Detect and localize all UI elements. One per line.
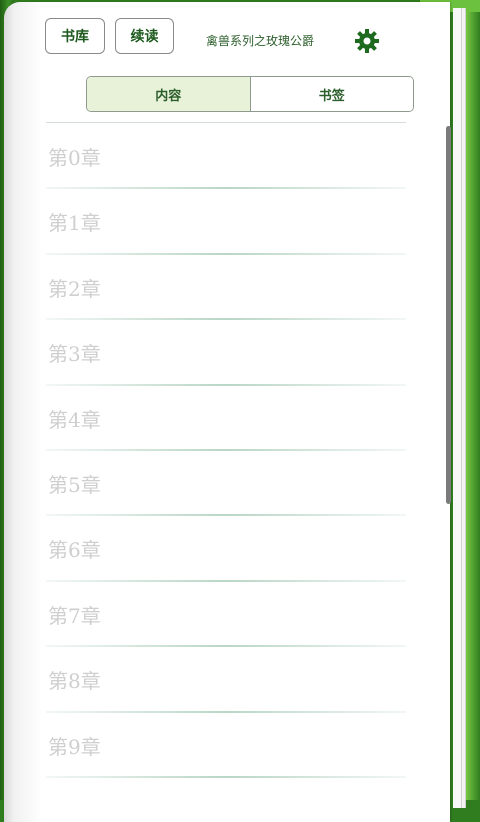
- continue-reading-button[interactable]: 续读: [115, 18, 174, 54]
- chapter-label: 第8章: [48, 669, 101, 694]
- chapter-item[interactable]: 第2章: [46, 255, 406, 321]
- chapter-label: 第1章: [48, 211, 101, 236]
- chapter-item[interactable]: 第1章: [46, 189, 406, 255]
- tab-bar: 内容 书签: [86, 76, 414, 112]
- chapter-item[interactable]: 第3章: [46, 320, 406, 386]
- tab-bookmarks[interactable]: 书签: [250, 77, 413, 111]
- chapter-item[interactable]: 第0章: [46, 124, 406, 190]
- chapter-label: 第5章: [48, 472, 101, 497]
- gear-icon[interactable]: [354, 28, 380, 54]
- divider: [46, 122, 406, 123]
- chapter-label: 第7章: [48, 603, 101, 628]
- scrollbar[interactable]: [446, 126, 451, 504]
- chapter-item[interactable]: 第5章: [46, 451, 406, 517]
- chapter-item[interactable]: 第7章: [46, 582, 406, 648]
- chapter-label: 第3章: [48, 342, 101, 367]
- book-page: 书库 续读 禽兽系列之玫瑰公爵 内容 书签 第0章 第1章 第2章 第3章 第4…: [4, 2, 451, 822]
- chapter-label: 第2章: [48, 276, 101, 301]
- chapter-label: 第0章: [48, 146, 101, 170]
- toolbar: 书库 续读 禽兽系列之玫瑰公爵: [4, 2, 450, 72]
- page-edge: [453, 8, 462, 808]
- chapter-item[interactable]: 第4章: [46, 386, 406, 451]
- tab-contents[interactable]: 内容: [87, 77, 251, 111]
- divider: [46, 775, 406, 778]
- chapter-item[interactable]: 第9章: [46, 713, 406, 778]
- chapter-label: 第6章: [48, 538, 101, 563]
- chapter-list: 第0章 第1章 第2章 第3章 第4章 第5章 第6章 第7章 第8章 第9章: [46, 124, 406, 778]
- chapter-label: 第4章: [48, 407, 101, 432]
- book-title: 禽兽系列之玫瑰公爵: [206, 34, 315, 48]
- library-button[interactable]: 书库: [45, 18, 105, 54]
- chapter-item[interactable]: 第6章: [46, 516, 406, 582]
- chapter-item[interactable]: 第8章: [46, 647, 406, 713]
- chapter-label: 第9章: [48, 734, 101, 759]
